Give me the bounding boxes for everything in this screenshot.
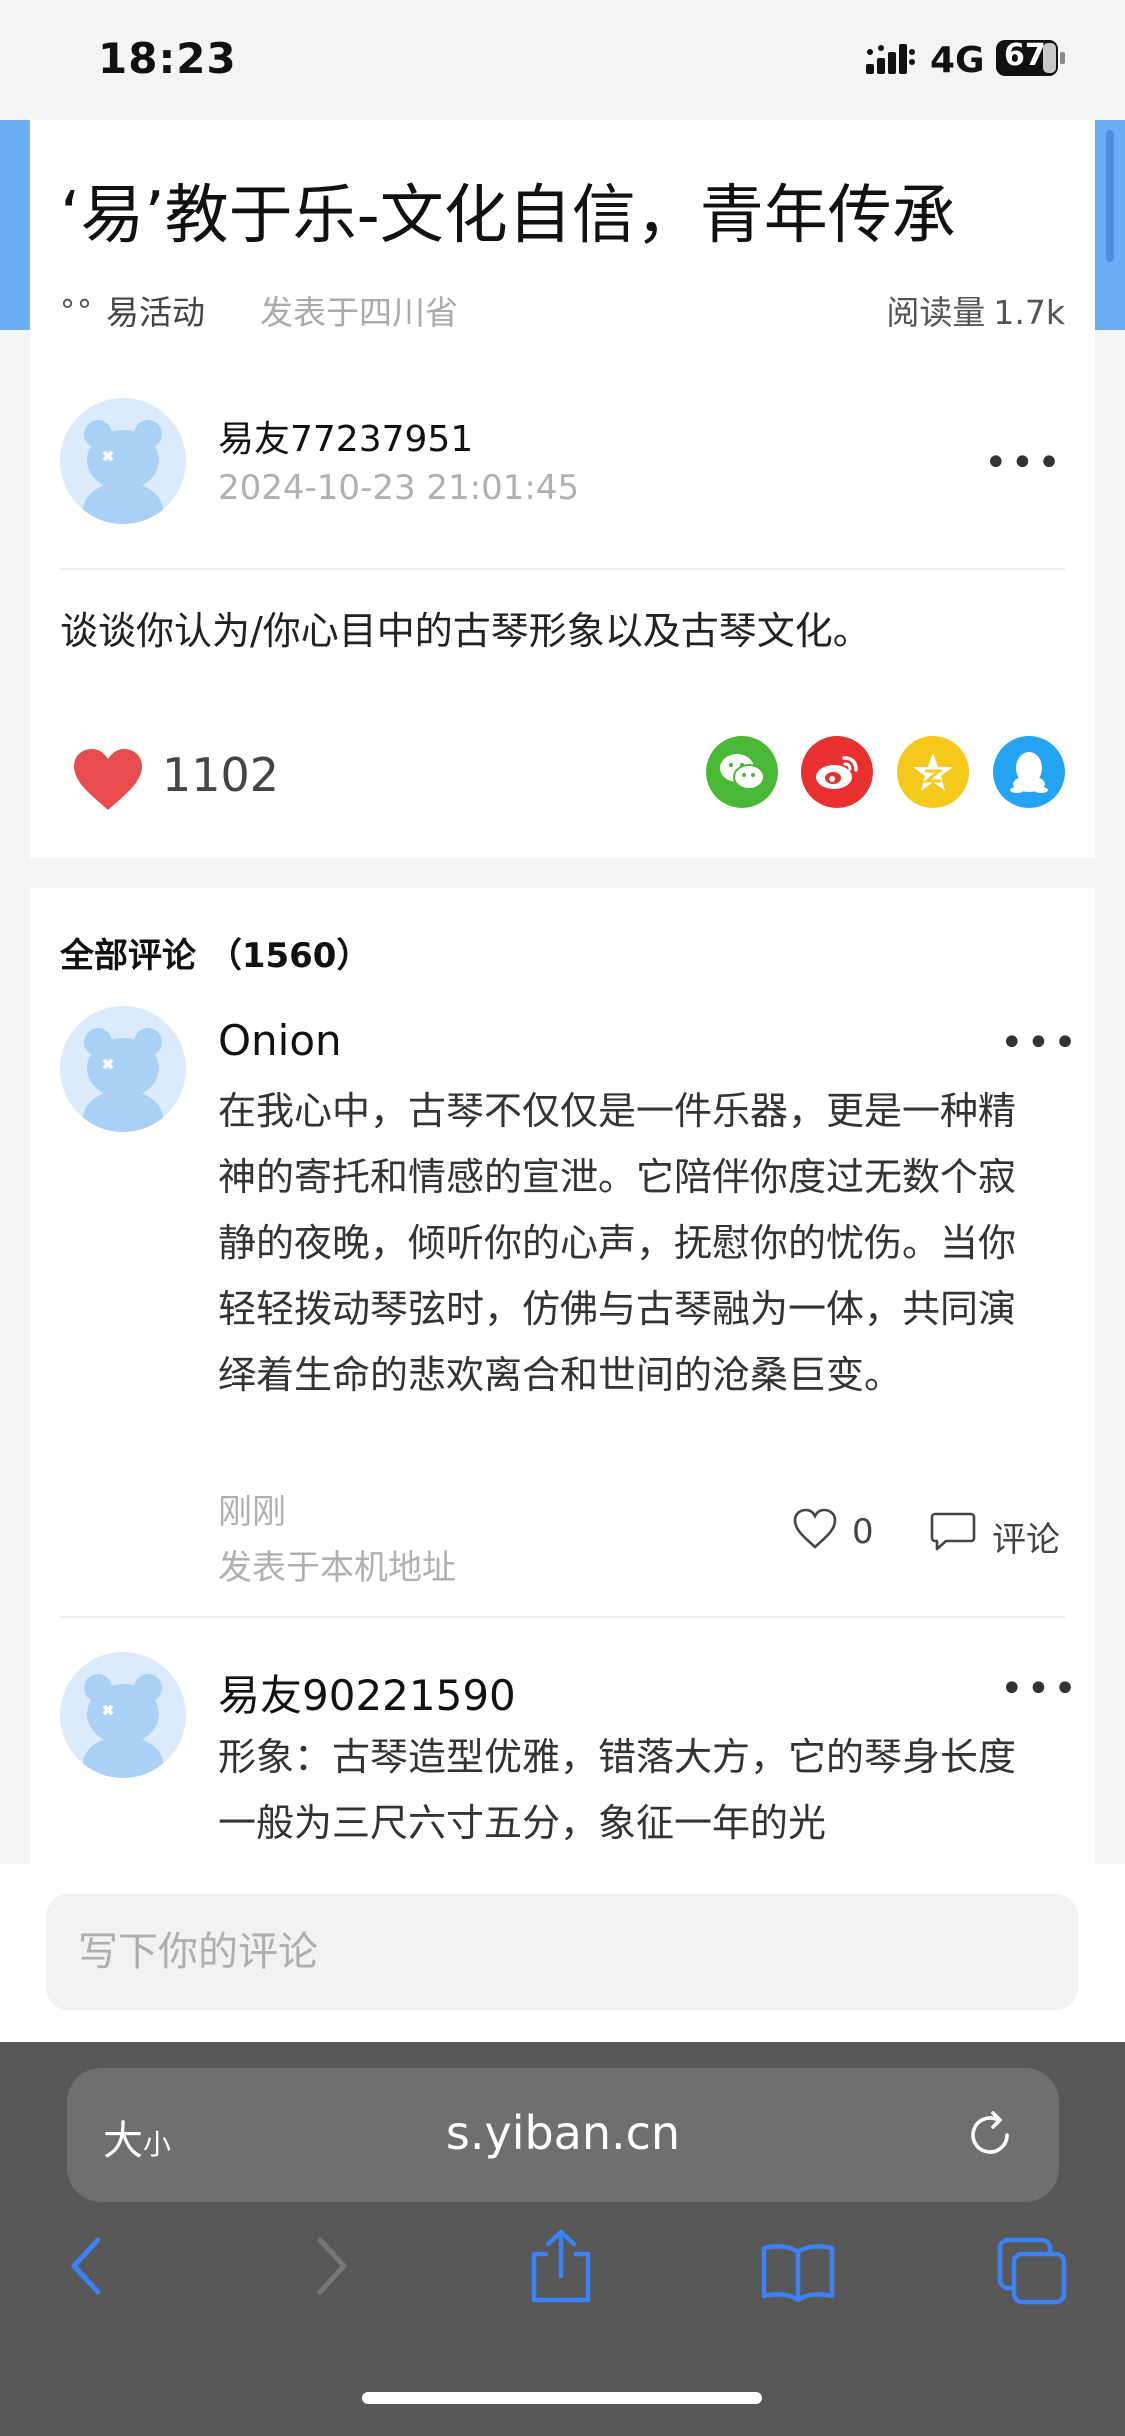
- post-location: 发表于四川省: [260, 293, 458, 332]
- home-indicator: [362, 2392, 762, 2404]
- comment-text: 形象：古琴造型优雅，错落大方，它的琴身长度一般为三尺六寸五分，象征一年的光: [218, 1735, 1017, 1845]
- url-text[interactable]: s.yiban.cn: [67, 2106, 1059, 2160]
- share-wechat-button[interactable]: [706, 736, 778, 808]
- share-qzone-button[interactable]: [897, 736, 969, 808]
- share-qq-button[interactable]: [993, 736, 1065, 808]
- back-icon[interactable]: [64, 2234, 112, 2298]
- author-name[interactable]: 易友77237951: [218, 410, 473, 462]
- read-count-label: 阅读量: [886, 293, 986, 332]
- comment-text: 在我心中，古琴不仅仅是一件乐器，更是一种精神的寄托和情感的宣泄。它陪伴你度过无数…: [218, 1089, 1017, 1397]
- comments-section: 全部评论 （1560） Onion ••• 在我心中，古琴不仅仅是一件乐器，更是…: [30, 888, 1095, 1864]
- comment-more-button[interactable]: •••: [1000, 1666, 1080, 1712]
- comments-header: 全部评论 （1560）: [60, 936, 371, 976]
- commenter-avatar[interactable]: [60, 1006, 186, 1132]
- status-time: 18:23: [98, 34, 237, 83]
- status-bar: 18:23 4G 67: [0, 0, 1125, 120]
- commenter-name[interactable]: 易友90221590: [218, 1662, 516, 1723]
- scrollbar-thumb[interactable]: [1106, 130, 1114, 262]
- post-body: 谈谈你认为/你心目中的古琴形象以及古琴文化。: [60, 609, 871, 653]
- comment-location: 发表于本机地址: [218, 1548, 456, 1588]
- post-more-button[interactable]: •••: [984, 440, 1064, 486]
- qzone-star-icon: [913, 753, 953, 791]
- commenter-name[interactable]: Onion: [218, 1016, 342, 1065]
- comment-input[interactable]: [46, 1894, 1078, 2010]
- bookmarks-icon[interactable]: [760, 2242, 836, 2302]
- comment-like-count: 0: [852, 1512, 874, 1552]
- battery-level: 67: [1004, 38, 1046, 73]
- tabs-icon[interactable]: [996, 2236, 1068, 2306]
- read-count-value: 1.7k: [993, 293, 1065, 332]
- author-avatar[interactable]: [60, 398, 186, 524]
- battery-icon: 67: [996, 38, 1066, 76]
- post-card: ‘易’教于乐-文化自信，青年传承 °° 易活动 发表于四川省 阅读量 1.7k 易…: [30, 120, 1095, 858]
- comment-reply-button[interactable]: 评论: [992, 1512, 1060, 1561]
- share-weibo-button[interactable]: [801, 736, 873, 808]
- wechat-icon: [720, 754, 765, 790]
- weibo-icon: [816, 756, 858, 789]
- cellular-signal-icon: [866, 44, 915, 74]
- activity-icon: °°: [60, 294, 94, 329]
- comment-timestamp: 刚刚: [218, 1492, 286, 1532]
- activity-label[interactable]: 易活动: [106, 286, 205, 334]
- divider: [60, 568, 1065, 570]
- comment-input-bar: [0, 1864, 1125, 2042]
- post-meta: °° 易活动 发表于四川省 阅读量 1.7k: [60, 286, 1065, 336]
- divider: [60, 1616, 1065, 1618]
- post-timestamp: 2024-10-23 21:01:45: [218, 468, 580, 508]
- header-accent-left: [0, 120, 30, 330]
- read-count: 阅读量 1.7k: [886, 286, 1065, 334]
- browser-toolbar: 大小 s.yiban.cn: [0, 2042, 1125, 2436]
- comment-bubble-icon[interactable]: [930, 1510, 976, 1552]
- network-type: 4G: [930, 40, 985, 81]
- reload-icon[interactable]: [963, 2108, 1017, 2162]
- like-count: 1102: [162, 748, 280, 802]
- commenter-avatar[interactable]: [60, 1652, 186, 1778]
- comment-more-button[interactable]: •••: [1000, 1020, 1080, 1066]
- share-icon[interactable]: [526, 2228, 596, 2304]
- post-title: ‘易’教于乐-文化自信，青年传承: [60, 179, 956, 253]
- forward-icon[interactable]: [306, 2234, 354, 2298]
- heart-filled-icon: [74, 749, 142, 810]
- address-bar[interactable]: 大小 s.yiban.cn: [67, 2068, 1059, 2202]
- heart-outline-icon[interactable]: [792, 1508, 838, 1550]
- qq-penguin-icon: [1010, 752, 1048, 793]
